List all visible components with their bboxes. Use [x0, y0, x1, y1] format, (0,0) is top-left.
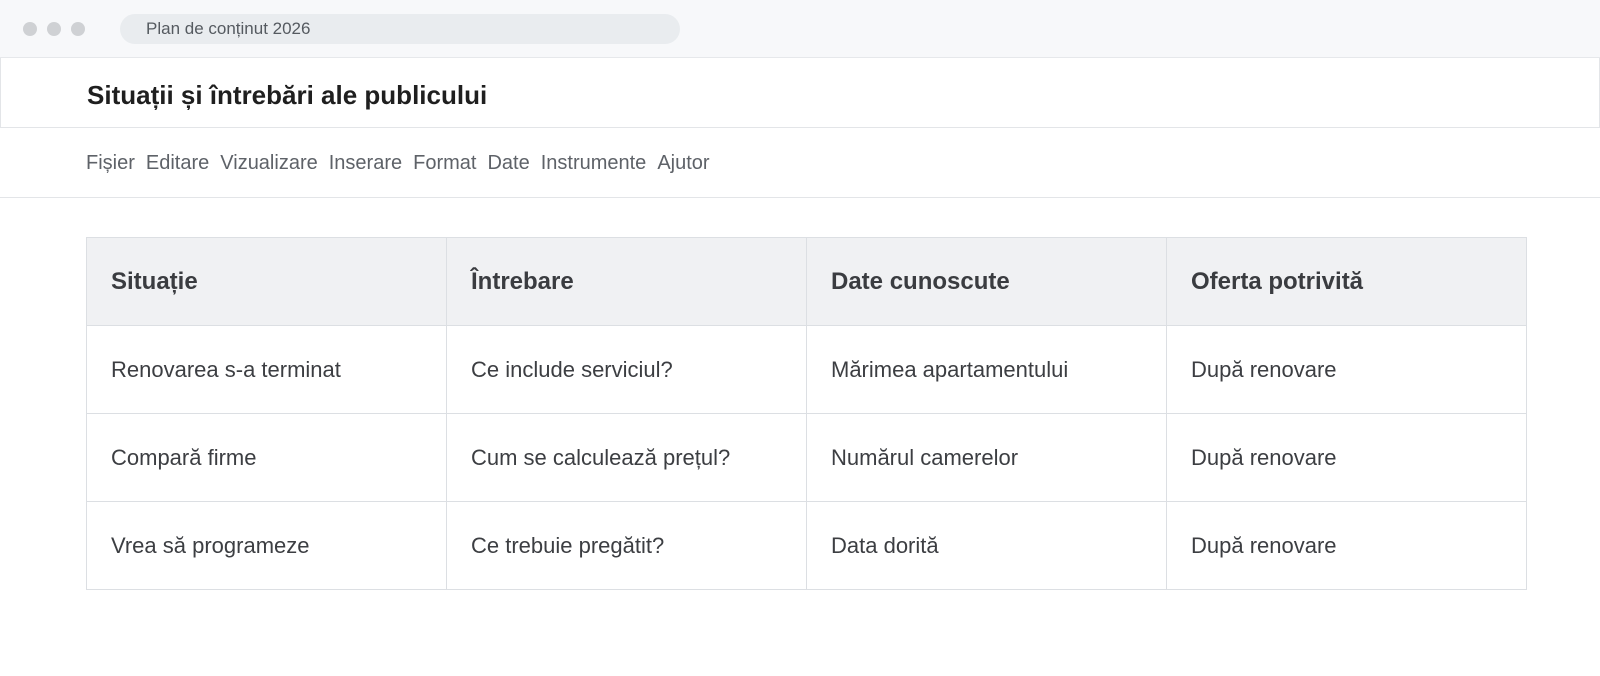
table-cell[interactable]: Renovarea s-a terminat: [86, 325, 447, 414]
table-cell[interactable]: După renovare: [1166, 413, 1527, 502]
table-cell[interactable]: Compară firme: [86, 413, 447, 502]
table-cell[interactable]: După renovare: [1166, 501, 1527, 590]
column-header[interactable]: Oferta potrivită: [1166, 237, 1527, 326]
table-cell[interactable]: Ce include serviciul?: [446, 325, 807, 414]
window-minimize-dot[interactable]: [47, 22, 61, 36]
window-title-bar: Plan de conținut 2026: [0, 0, 1600, 58]
table-cell[interactable]: Data dorită: [806, 501, 1167, 590]
column-header[interactable]: Întrebare: [446, 237, 807, 326]
window-maximize-dot[interactable]: [71, 22, 85, 36]
table-cell[interactable]: Ce trebuie pregătit?: [446, 501, 807, 590]
table-row: Vrea să programeze Ce trebuie pregătit? …: [86, 501, 1527, 590]
table-cell[interactable]: Cum se calculează prețul?: [446, 413, 807, 502]
document-header: Situații și întrebări ale publicului: [0, 58, 1600, 128]
table-cell[interactable]: Mărimea apartamentului: [806, 325, 1167, 414]
table-row: Renovarea s-a terminat Ce include servic…: [86, 325, 1527, 414]
menu-item-file[interactable]: Fișier: [86, 152, 135, 175]
table-cell[interactable]: Vrea să programeze: [86, 501, 447, 590]
table-row: Compară firme Cum se calculează prețul? …: [86, 413, 1527, 502]
page-title: Situații și întrebări ale publicului: [87, 80, 488, 110]
address-bar[interactable]: Plan de conținut 2026: [120, 14, 680, 44]
column-header[interactable]: Situație: [86, 237, 447, 326]
menu-item-edit[interactable]: Editare: [146, 152, 209, 175]
table-cell[interactable]: Numărul camerelor: [806, 413, 1167, 502]
table-container: Situație Întrebare Date cunoscute Oferta…: [86, 237, 1527, 590]
menu-item-data[interactable]: Date: [487, 152, 529, 175]
table-header-row: Situație Întrebare Date cunoscute Oferta…: [86, 237, 1527, 326]
menu-bar: Fișier Editare Vizualizare Inserare Form…: [0, 128, 1600, 198]
data-table: Situație Întrebare Date cunoscute Oferta…: [86, 237, 1527, 590]
column-header[interactable]: Date cunoscute: [806, 237, 1167, 326]
table-cell[interactable]: După renovare: [1166, 325, 1527, 414]
menu-item-tools[interactable]: Instrumente: [541, 152, 647, 175]
menu-item-view[interactable]: Vizualizare: [220, 152, 317, 175]
menu-item-insert[interactable]: Inserare: [329, 152, 402, 175]
menu: Fișier Editare Vizualizare Inserare Form…: [86, 152, 710, 175]
menu-item-help[interactable]: Ajutor: [657, 152, 709, 175]
window-close-dot[interactable]: [23, 22, 37, 36]
menu-item-format[interactable]: Format: [413, 152, 476, 175]
